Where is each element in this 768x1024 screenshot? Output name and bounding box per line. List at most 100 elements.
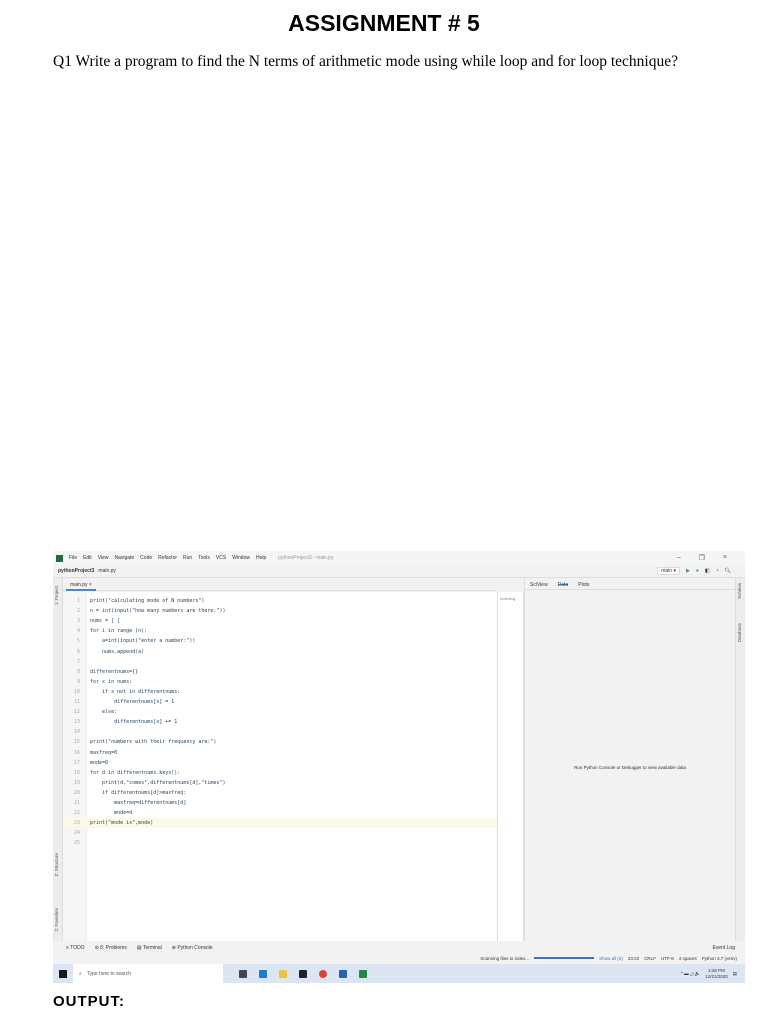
- code-line[interactable]: 24: [63, 828, 523, 838]
- code-text: for d in differentnums.keys():: [90, 769, 181, 776]
- line-number: 25: [73, 840, 80, 847]
- code-line[interactable]: 3 nums = [ ]: [63, 616, 523, 626]
- profile-icon[interactable]: ◔: [716, 568, 719, 574]
- menu-help[interactable]: Help: [256, 555, 266, 561]
- python-console-tab[interactable]: ⊕ Python Console: [172, 945, 213, 951]
- show-all-link[interactable]: Show all (2): [599, 956, 623, 961]
- sciview-tool-button[interactable]: SciView: [737, 583, 742, 599]
- code-line[interactable]: 7: [63, 657, 523, 667]
- search-icon: ⌕: [79, 970, 82, 977]
- menu-bar: File Edit View Navigate Code Refactor Ru…: [53, 551, 745, 565]
- clock[interactable]: 3:28 PM 12/21/2020: [705, 968, 728, 980]
- ide-screenshot: File Edit View Navigate Code Refactor Ru…: [53, 551, 745, 983]
- code-line[interactable]: 17 mode=0: [63, 758, 523, 768]
- code-line[interactable]: 18 for d in differentnums.keys():: [63, 768, 523, 778]
- indent-setting[interactable]: 4 spaces: [679, 956, 697, 961]
- menu-edit[interactable]: Edit: [83, 555, 92, 561]
- tab-plots[interactable]: Plots: [578, 582, 589, 588]
- notifications-icon[interactable]: ▤: [733, 971, 737, 977]
- interpreter[interactable]: Python 3.7 (venv): [702, 956, 737, 961]
- menu-window[interactable]: Window: [232, 555, 250, 561]
- window-title: pythonProject3 - main.py: [278, 555, 334, 561]
- taskbar-search[interactable]: ⌕ Type here to search: [73, 964, 223, 983]
- line-number: 3: [76, 618, 80, 625]
- line-number: 23: [73, 820, 80, 827]
- line-number: 6: [76, 648, 80, 655]
- code-line[interactable]: 14: [63, 727, 523, 737]
- breadcrumb-file[interactable]: main.py: [98, 568, 116, 574]
- menu-vcs[interactable]: VCS: [216, 555, 226, 561]
- maximize-button[interactable]: ❐: [699, 554, 705, 562]
- code-text: nums.append(a): [90, 648, 145, 655]
- windows-start-icon[interactable]: [59, 969, 67, 978]
- problems-tab[interactable]: ⊘ 6: Problems: [95, 945, 127, 951]
- clock-date: 12/21/2020: [705, 973, 728, 979]
- code-line[interactable]: 19 print(d,"comes",differentnums[d],"tim…: [63, 778, 523, 788]
- code-line[interactable]: 10 if x not in differentnums:: [63, 687, 523, 697]
- menu-run[interactable]: Run: [183, 555, 192, 561]
- pycharm-icon[interactable]: [359, 969, 367, 978]
- code-line[interactable]: 4 for i in range (n):: [63, 626, 523, 636]
- event-log-button[interactable]: Event Log: [712, 945, 735, 951]
- code-text: a=int(input("enter a number:")): [90, 638, 196, 645]
- tray-icons[interactable]: ^ ▬ ◿ 🔈: [681, 971, 700, 977]
- code-line[interactable]: 15 print("numbers with their frequency ar…: [63, 737, 523, 747]
- code-line[interactable]: 20 if differentnums[d]>maxfreq:: [63, 788, 523, 798]
- store-icon[interactable]: [299, 969, 307, 978]
- code-line[interactable]: 5 a=int(input("enter a number:")): [63, 636, 523, 646]
- status-bar: Scanning files to index... Show all (2) …: [53, 953, 745, 963]
- breadcrumb-project[interactable]: pythonProject3: [58, 568, 94, 574]
- code-line[interactable]: 21 maxfreq=differentnums[d]: [63, 798, 523, 808]
- code-line[interactable]: 25: [63, 838, 523, 848]
- minimize-button[interactable]: –: [677, 554, 681, 562]
- code-line[interactable]: 16 maxfreq=0: [63, 748, 523, 758]
- code-line[interactable]: 2 n = int(input("how many numbers are the…: [63, 606, 523, 616]
- line-number: 21: [73, 800, 80, 806]
- code-line[interactable]: 8 differentnums={}: [63, 667, 523, 677]
- database-tool-button[interactable]: Database: [737, 623, 742, 642]
- run-icon[interactable]: ▶: [686, 568, 690, 574]
- task-view-icon[interactable]: [239, 969, 247, 978]
- menu-file[interactable]: File: [69, 555, 77, 561]
- code-line[interactable]: 23 print("mode is",mode): [63, 818, 523, 829]
- favorites-tool-button[interactable]: 2: Favorites: [54, 908, 59, 932]
- menu-navigate[interactable]: Navigate: [114, 555, 134, 561]
- editor-tab-main-py[interactable]: main.py ×: [66, 581, 96, 591]
- terminal-tab[interactable]: ▤ Terminal: [137, 945, 162, 951]
- code-line[interactable]: 9 for x in nums:: [63, 677, 523, 687]
- code-line[interactable]: 11 differentnums[x] = 1: [63, 697, 523, 707]
- breadcrumb: pythonProject3 main.py: [53, 565, 745, 578]
- line-number: 11: [73, 699, 80, 705]
- debug-icon[interactable]: ●: [696, 568, 699, 574]
- code-line[interactable]: 12 else:: [63, 707, 523, 717]
- coverage-icon[interactable]: ◧: [705, 568, 710, 574]
- project-tool-button[interactable]: 1: Project: [54, 586, 59, 605]
- encoding[interactable]: UTF-8: [661, 956, 674, 961]
- run-config-select[interactable]: main ▾: [657, 567, 680, 575]
- file-explorer-icon[interactable]: [279, 969, 287, 978]
- code-line[interactable]: 1 print("calculating mode of N numbers"): [63, 596, 523, 606]
- word-icon[interactable]: [339, 969, 347, 978]
- code-line[interactable]: 6 nums.append(a): [63, 647, 523, 657]
- code-editor[interactable]: 1 print("calculating mode of N numbers") 2…: [63, 592, 523, 941]
- line-number: 16: [73, 749, 80, 756]
- line-separator[interactable]: CRLF: [644, 956, 656, 961]
- close-button[interactable]: ×: [723, 554, 727, 562]
- code-line[interactable]: 22 mode=d: [63, 808, 523, 818]
- menu-code[interactable]: Code: [140, 555, 152, 561]
- code-line[interactable]: 13 differentnums[x] += 1: [63, 717, 523, 727]
- sciview-message: Run Python Console or Debugger to view a…: [574, 765, 686, 770]
- structure-tool-button[interactable]: Z: Structure: [54, 853, 59, 877]
- tab-sciview[interactable]: SciView: [530, 582, 548, 588]
- cursor-position[interactable]: 23:22: [628, 956, 639, 961]
- chrome-icon[interactable]: [319, 969, 327, 978]
- sciview-panel: SciView Data Plots Run Python Console or…: [524, 578, 735, 941]
- tab-data[interactable]: Data: [557, 582, 569, 588]
- menu-refactor[interactable]: Refactor: [158, 555, 177, 561]
- line-number: 5: [76, 638, 80, 645]
- edge-icon[interactable]: [259, 969, 267, 978]
- menu-tools[interactable]: Tools: [198, 555, 210, 561]
- todo-tab[interactable]: ≡ TODO: [66, 945, 85, 951]
- search-icon[interactable]: 🔍︎: [725, 568, 731, 574]
- menu-view[interactable]: View: [98, 555, 109, 561]
